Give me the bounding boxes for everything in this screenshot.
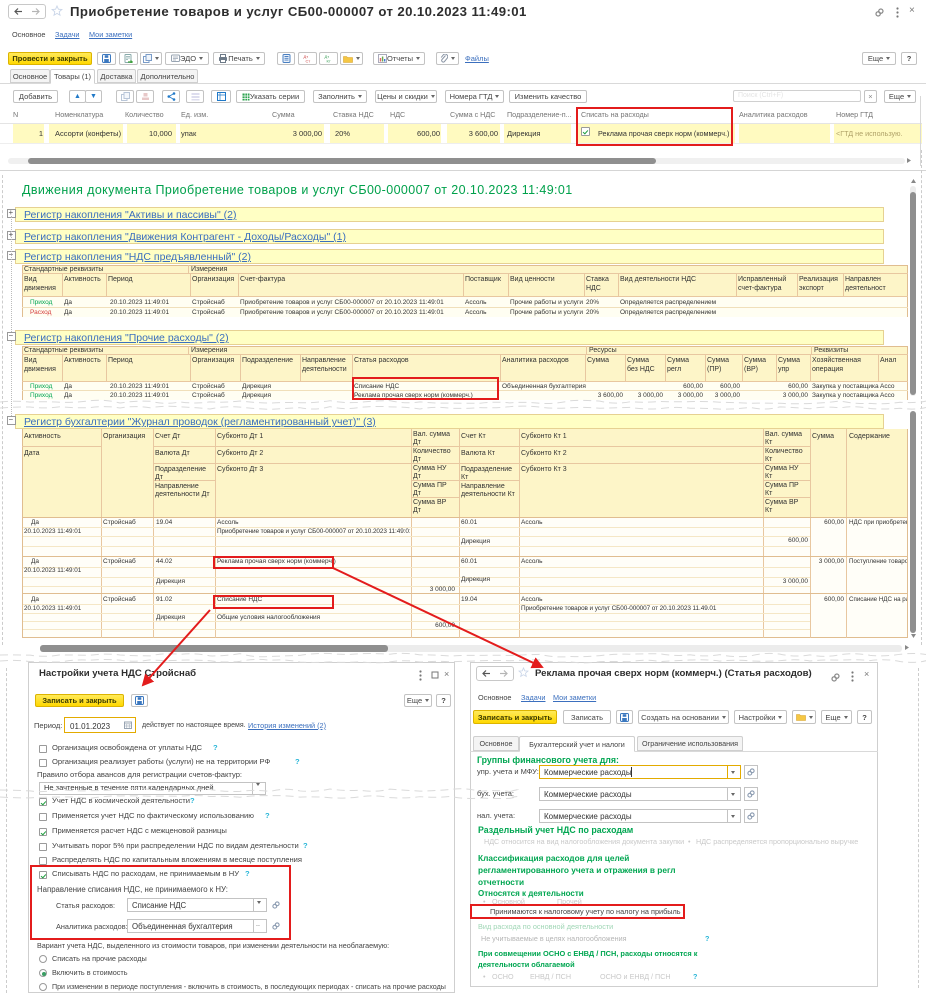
svg-text:Ст: Ст [306, 59, 311, 64]
svg-text:Кт: Кт [327, 59, 331, 64]
